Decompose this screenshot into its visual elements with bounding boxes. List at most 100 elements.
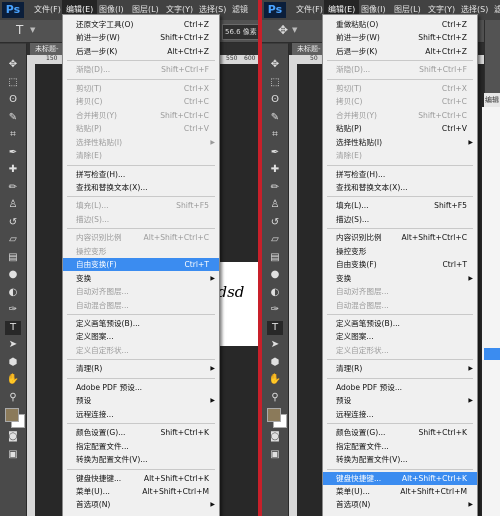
history-brush-icon[interactable]: ↺	[267, 216, 283, 230]
menu-item[interactable]: 操控变形	[63, 245, 219, 258]
menu-item[interactable]: 前进一步(W) Shift+Ctrl+Z	[63, 31, 219, 44]
menu-item[interactable]: 选择性粘贴(I) ▶	[323, 136, 477, 149]
menu-item[interactable]: 选择性粘贴(I) ▶	[63, 136, 219, 149]
menu-item[interactable]: 渐隐(D)... Shift+Ctrl+F	[323, 63, 477, 76]
move-tool-icon[interactable]: ✥	[267, 58, 283, 72]
menu-item[interactable]: 自动混合图层...	[323, 299, 477, 312]
eraser-tool-icon[interactable]: ▱	[267, 233, 283, 247]
menu-item[interactable]: 菜单(U)... Alt+Shift+Ctrl+M	[63, 485, 219, 498]
quick-select-tool-icon[interactable]: ✎	[267, 111, 283, 125]
menu-item[interactable]: 定义画笔预设(B)...	[63, 317, 219, 330]
menu-item[interactable]: 填充(L)... Shift+F5	[323, 199, 477, 212]
eyedropper-tool-icon[interactable]: ✒	[267, 146, 283, 160]
menu-item[interactable]: 首选项(N) ▶	[323, 498, 477, 511]
gradient-tool-icon[interactable]: ▤	[267, 251, 283, 265]
marquee-tool-icon[interactable]: ⬚	[267, 76, 283, 90]
menu-item[interactable]: 自动混合图层...	[63, 299, 219, 312]
menu-item[interactable]: 定义图案...	[323, 330, 477, 343]
menubar-item[interactable]: 滤镜	[490, 0, 500, 20]
screen-mode-icon[interactable]: ▣	[5, 448, 21, 462]
menu-item[interactable]: 合并拷贝(Y) Shift+Ctrl+C	[63, 109, 219, 122]
chevron-down-icon[interactable]: ▼	[30, 26, 35, 34]
quick-mask-icon[interactable]: ◙	[5, 430, 21, 444]
shape-tool-icon[interactable]: ⬢	[267, 356, 283, 370]
blur-tool-icon[interactable]: ●	[5, 268, 21, 282]
screen-mode-icon[interactable]: ▣	[267, 448, 283, 462]
menubar-item[interactable]: 滤镜	[228, 0, 252, 20]
brush-tool-icon[interactable]: ✏	[267, 181, 283, 195]
menu-item[interactable]: 清理(R) ▶	[63, 362, 219, 375]
lasso-tool-icon[interactable]: ʘ	[5, 93, 21, 107]
menu-item[interactable]: 定义自定形状...	[63, 344, 219, 357]
menu-item[interactable]: 颜色设置(G)... Shift+Ctrl+K	[323, 426, 477, 439]
menu-item[interactable]: Adobe PDF 预设...	[63, 381, 219, 394]
shape-tool-icon[interactable]: ⬢	[5, 356, 21, 370]
zoom-tool-icon[interactable]: ⚲	[5, 391, 21, 405]
gradient-tool-icon[interactable]: ▤	[5, 251, 21, 265]
pen-tool-icon[interactable]: ✑	[5, 303, 21, 317]
crop-tool-icon[interactable]: ⌗	[5, 128, 21, 142]
menu-item[interactable]: 清理(R) ▶	[323, 362, 477, 375]
hand-tool-icon[interactable]: ✋	[267, 373, 283, 387]
menu-item[interactable]: 键盘快捷键... Alt+Shift+Ctrl+K	[63, 472, 219, 485]
menu-item[interactable]: 拼写检查(H)...	[323, 168, 477, 181]
menu-item[interactable]: 远程连接...	[63, 408, 219, 421]
marquee-tool-icon[interactable]: ⬚	[5, 76, 21, 90]
menu-item[interactable]: 自由变换(F) Ctrl+T	[323, 258, 477, 271]
menu-item[interactable]: 内容识别比例 Alt+Shift+Ctrl+C	[63, 231, 219, 244]
healing-tool-icon[interactable]: ✚	[267, 163, 283, 177]
menu-item[interactable]: 颜色设置(G)... Shift+Ctrl+K	[63, 426, 219, 439]
menu-item[interactable]: 描边(S)...	[63, 213, 219, 226]
menu-item[interactable]: 剪切(T) Ctrl+X	[63, 82, 219, 95]
menu-item[interactable]: 变换 ▶	[63, 272, 219, 285]
quick-select-tool-icon[interactable]: ✎	[5, 111, 21, 125]
menubar-item[interactable]: 文件(F)	[30, 0, 65, 20]
menu-item[interactable]: 定义图案...	[63, 330, 219, 343]
menu-item[interactable]: 前进一步(W) Shift+Ctrl+Z	[323, 31, 477, 44]
panel-tab-edit[interactable]: 编辑	[484, 93, 500, 107]
blur-tool-icon[interactable]: ●	[267, 268, 283, 282]
dodge-tool-icon[interactable]: ◐	[5, 286, 21, 300]
dodge-tool-icon[interactable]: ◐	[267, 286, 283, 300]
crop-tool-icon[interactable]: ⌗	[267, 128, 283, 142]
pen-tool-icon[interactable]: ✑	[267, 303, 283, 317]
menu-item[interactable]: 转换为配置文件(V)...	[323, 453, 477, 466]
menu-item[interactable]: 拼写检查(H)...	[63, 168, 219, 181]
menu-item[interactable]: 指定配置文件...	[63, 440, 219, 453]
menu-item[interactable]: 定义画笔预设(B)...	[323, 317, 477, 330]
menu-item[interactable]: 转换为配置文件(V)...	[63, 453, 219, 466]
menu-item[interactable]: 渐隐(D)... Shift+Ctrl+F	[63, 63, 219, 76]
document-tab[interactable]: 未标题-	[30, 43, 64, 55]
menu-item[interactable]: 重做粘贴(O) Ctrl+Z	[323, 18, 477, 31]
menu-item[interactable]: 内容识别比例 Alt+Shift+Ctrl+C	[323, 231, 477, 244]
menu-item[interactable]: 描边(S)...	[323, 213, 477, 226]
menu-item[interactable]: 查找和替换文本(X)...	[323, 181, 477, 194]
lasso-tool-icon[interactable]: ʘ	[267, 93, 283, 107]
menu-item[interactable]: 菜单(U)... Alt+Shift+Ctrl+M	[323, 485, 477, 498]
quick-mask-icon[interactable]: ◙	[267, 430, 283, 444]
menu-item[interactable]: 预设 ▶	[323, 394, 477, 407]
menu-item[interactable]: 指定配置文件...	[323, 440, 477, 453]
menu-item[interactable]: 填充(L)... Shift+F5	[63, 199, 219, 212]
foreground-color-swatch[interactable]	[267, 408, 281, 422]
menu-item[interactable]: 变换 ▶	[323, 272, 477, 285]
menu-item[interactable]: 查找和替换文本(X)...	[63, 181, 219, 194]
menu-item[interactable]: 后退一步(K) Alt+Ctrl+Z	[63, 45, 219, 58]
menu-item[interactable]: 还原文字工具(O) Ctrl+Z	[63, 18, 219, 31]
panel-selected-item[interactable]	[484, 348, 500, 360]
type-tool-icon[interactable]: T	[267, 320, 283, 335]
stamp-tool-icon[interactable]: ♙	[5, 198, 21, 212]
menu-item[interactable]: 自动对齐图层...	[63, 285, 219, 298]
menu-item[interactable]: 操控变形	[323, 245, 477, 258]
stamp-tool-icon[interactable]: ♙	[267, 198, 283, 212]
hand-tool-icon[interactable]: ✋	[5, 373, 21, 387]
brush-tool-icon[interactable]: ✏	[5, 181, 21, 195]
healing-tool-icon[interactable]: ✚	[5, 163, 21, 177]
chevron-down-icon[interactable]: ▼	[292, 26, 297, 34]
menu-item[interactable]: 清除(E)	[323, 149, 477, 162]
menu-item[interactable]: 拷贝(C) Ctrl+C	[323, 95, 477, 108]
zoom-tool-icon[interactable]: ⚲	[267, 391, 283, 405]
type-tool-icon[interactable]: T	[5, 320, 21, 335]
menu-item[interactable]: 合并拷贝(Y) Shift+Ctrl+C	[323, 109, 477, 122]
menu-item[interactable]: 定义自定形状...	[323, 344, 477, 357]
